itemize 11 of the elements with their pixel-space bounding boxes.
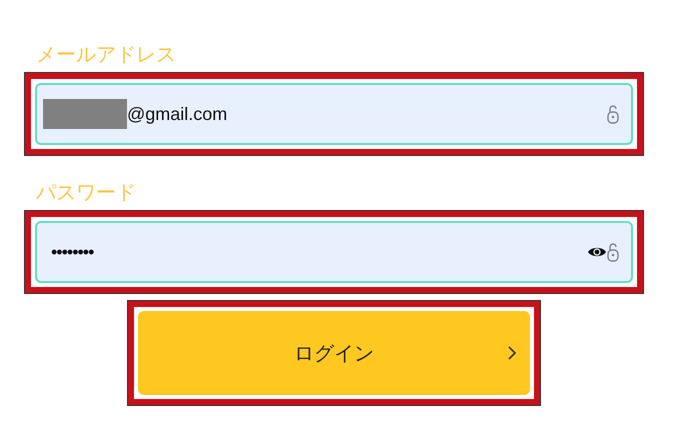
eye-icon[interactable] [587, 245, 607, 259]
field-value: •••••••• [50, 242, 95, 262]
chevron-icon [508, 346, 516, 360]
email-field[interactable]: @gmail.com [35, 83, 633, 145]
lock-icon [607, 104, 619, 124]
field-value: @gmail.com [127, 104, 228, 124]
lock-icon [607, 242, 619, 262]
login-button[interactable]: ログイン [138, 311, 530, 395]
field-label: パスワード [36, 179, 136, 206]
password-field[interactable]: •••••••• [35, 221, 633, 283]
field-label: メールアドレス [36, 41, 176, 68]
